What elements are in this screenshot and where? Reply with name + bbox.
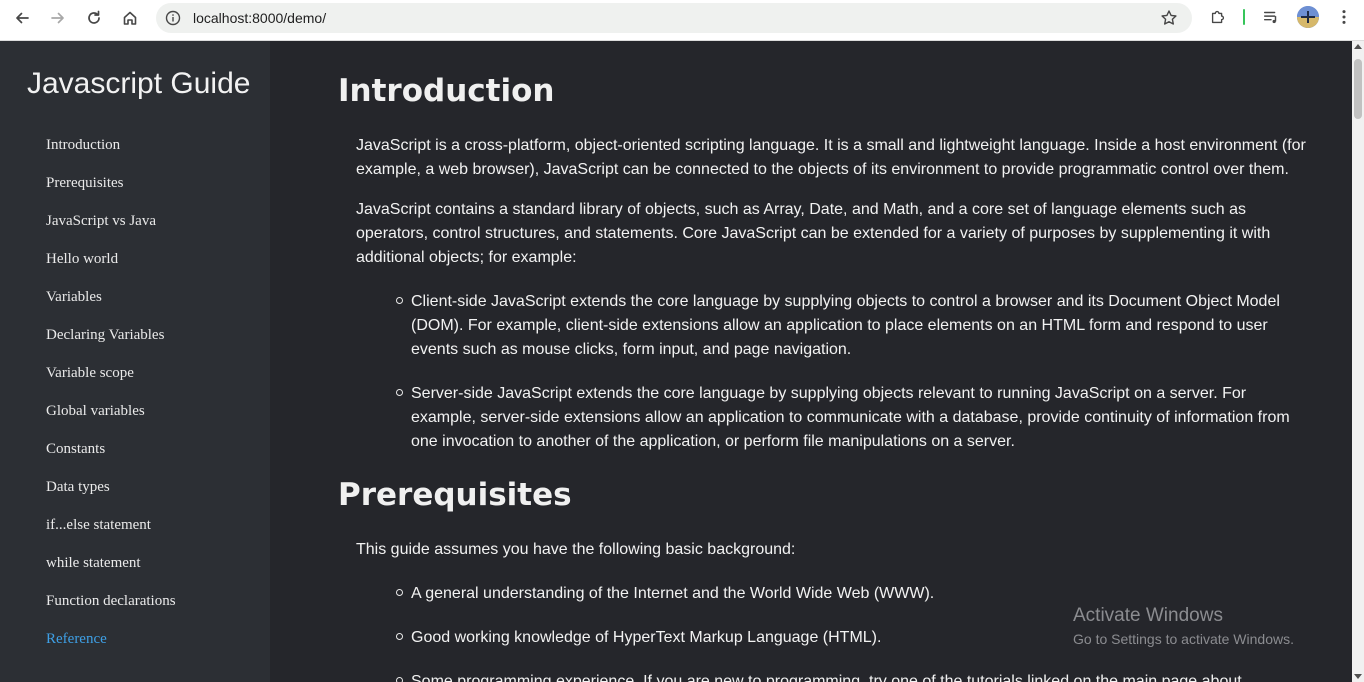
arrow-right-icon xyxy=(51,12,64,24)
reload-button[interactable] xyxy=(82,6,106,30)
list-item: Client-side JavaScript extends the core … xyxy=(411,293,1280,358)
back-button[interactable] xyxy=(10,6,34,30)
sidebar-item-prerequisites[interactable]: Prerequisites xyxy=(46,174,176,212)
forward-button[interactable] xyxy=(46,6,70,30)
home-button[interactable] xyxy=(118,6,142,30)
sidebar-item-variables[interactable]: Variables xyxy=(46,288,176,326)
profile-avatar[interactable] xyxy=(1297,6,1319,28)
extensions-button[interactable] xyxy=(1208,7,1228,27)
sidebar-item-data-types[interactable]: Data types xyxy=(46,478,176,516)
arrow-left-icon xyxy=(16,12,29,24)
toolbar-divider xyxy=(1243,9,1245,25)
list-item: Some programming experience. If you are … xyxy=(411,673,1242,682)
browser-toolbar: localhost:8000/demo/ xyxy=(0,0,1364,41)
sidebar-item-variable-scope[interactable]: Variable scope xyxy=(46,364,176,402)
puzzle-icon xyxy=(1211,10,1225,24)
sidebar-item-javascript-vs-java[interactable]: JavaScript vs Java xyxy=(46,212,176,250)
list-item: Server-side JavaScript extends the core … xyxy=(411,385,1290,450)
sidebar-item-while-statement[interactable]: while statement xyxy=(46,554,176,592)
section-heading-introduction: Introduction xyxy=(338,73,555,109)
activation-watermark-subtitle: Go to Settings to activate Windows. xyxy=(1073,631,1294,647)
sidebar-item-introduction[interactable]: Introduction xyxy=(46,136,176,174)
more-vertical-icon xyxy=(1342,10,1346,24)
scrollbar-thumb[interactable] xyxy=(1354,59,1362,119)
site-info-icon[interactable] xyxy=(165,10,181,26)
bookmark-star-icon[interactable] xyxy=(1160,9,1178,27)
sidebar-item-declaring-variables[interactable]: Declaring Variables xyxy=(46,326,176,364)
sidebar-nav: Introduction Prerequisites JavaScript vs… xyxy=(46,136,176,668)
sidebar-item-hello-world[interactable]: Hello world xyxy=(46,250,176,288)
vertical-scrollbar[interactable] xyxy=(1352,41,1364,682)
avatar-icon xyxy=(1297,6,1319,28)
url-text: localhost:8000/demo/ xyxy=(193,10,327,26)
main-content: Introduction JavaScript is a cross-platf… xyxy=(270,41,1352,682)
introduction-paragraph-2: JavaScript contains a standard library o… xyxy=(356,201,1271,266)
introduction-paragraph-1: JavaScript is a cross-platform, object-o… xyxy=(356,137,1306,178)
activation-watermark-title: Activate Windows xyxy=(1073,605,1223,626)
sidebar-item-function-declarations[interactable]: Function declarations xyxy=(46,592,176,630)
sidebar: Javascript Guide Introduction Prerequisi… xyxy=(0,41,270,682)
reload-icon xyxy=(88,10,100,24)
sidebar-item-constants[interactable]: Constants xyxy=(46,440,176,478)
sidebar-item-global-variables[interactable]: Global variables xyxy=(46,402,176,440)
sidebar-title: Javascript Guide xyxy=(27,67,251,100)
home-icon xyxy=(123,11,137,25)
bullet-icon xyxy=(396,389,403,396)
list-item: A general understanding of the Internet … xyxy=(411,585,935,602)
scroll-down-arrow-icon[interactable] xyxy=(1354,674,1362,679)
address-bar[interactable]: localhost:8000/demo/ xyxy=(156,3,1192,33)
scroll-up-arrow-icon[interactable] xyxy=(1354,44,1362,49)
bullet-icon xyxy=(396,677,403,682)
bullet-icon xyxy=(396,633,403,640)
browser-menu-button[interactable] xyxy=(1334,7,1354,27)
playlist-icon xyxy=(1263,11,1277,24)
sidebar-item-if-else-statement[interactable]: if...else statement xyxy=(46,516,176,554)
sidebar-item-reference[interactable]: Reference xyxy=(46,630,176,668)
section-heading-prerequisites: Prerequisites xyxy=(338,477,572,513)
prerequisites-paragraph-1: This guide assumes you have the followin… xyxy=(356,541,796,558)
bullet-icon xyxy=(396,589,403,596)
bullet-icon xyxy=(396,297,403,304)
media-control-button[interactable] xyxy=(1261,7,1281,27)
